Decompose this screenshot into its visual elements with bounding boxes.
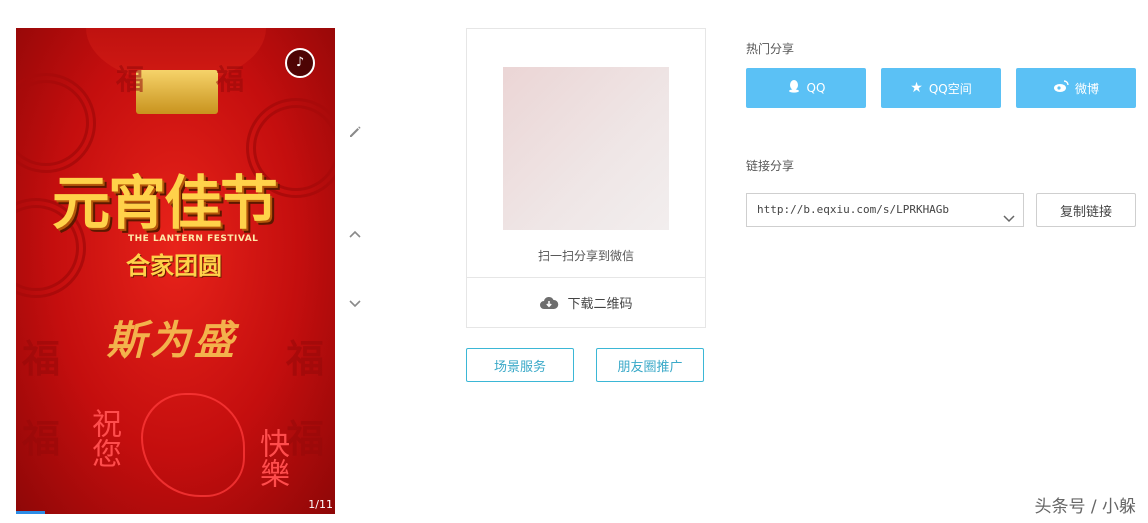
page-indicator: 1/11 <box>308 498 333 511</box>
scene-author: 斯为盛 <box>106 317 238 364</box>
greeting-right: 快樂 <box>254 428 289 488</box>
hot-share-label: 热门分享 <box>746 42 795 56</box>
chevron-down-icon <box>1003 204 1015 223</box>
share-qzone-label: QQ空间 <box>928 81 972 96</box>
fu-character: 福 <box>216 63 245 96</box>
qr-code-image <box>503 67 669 230</box>
chinese-knot-decoration <box>16 73 96 173</box>
qr-code-panel: 扫一扫分享到微信 下载二维码 <box>466 28 706 328</box>
chevron-up-icon[interactable] <box>346 226 364 244</box>
fu-character: 福 <box>22 336 61 381</box>
page-progress-fill <box>16 511 45 514</box>
share-weibo-label: 微博 <box>1074 81 1099 96</box>
weibo-icon <box>1053 79 1069 97</box>
share-qq-label: QQ <box>806 81 826 95</box>
watermark: 头条号 / 小躲 <box>1034 497 1136 517</box>
qzone-star-icon: ★ <box>910 80 923 96</box>
qr-caption: 扫一扫分享到微信 <box>537 249 634 263</box>
scene-title: 元宵佳节 <box>52 169 278 237</box>
share-qq-button[interactable]: QQ <box>746 68 866 108</box>
copy-link-button[interactable]: 复制链接 <box>1036 193 1136 227</box>
moments-promo-button[interactable]: 朋友圈推广 <box>596 348 704 382</box>
share-weibo-button[interactable]: 微博 <box>1016 68 1136 108</box>
share-qzone-button[interactable]: ★ QQ空间 <box>881 68 1001 108</box>
cloud-download-icon <box>539 296 559 310</box>
qq-penguin-icon <box>787 79 801 97</box>
fu-character: 福 <box>116 63 145 96</box>
download-qr-label: 下载二维码 <box>567 297 633 312</box>
link-share-label: 链接分享 <box>746 159 795 173</box>
scene-subtitle: 合家团圆 <box>126 251 222 280</box>
calligraphy-decoration <box>141 393 245 497</box>
scene-service-button[interactable]: 场景服务 <box>466 348 574 382</box>
music-toggle-icon[interactable]: ♪ <box>285 48 315 78</box>
fu-character: 福 <box>286 336 325 381</box>
chevron-down-icon[interactable] <box>346 295 364 313</box>
greeting-left: 祝您 <box>86 408 121 468</box>
share-link-select[interactable]: http://b.eqxiu.com/s/LPRKHAGb <box>746 193 1024 227</box>
fu-character: 福 <box>22 416 61 461</box>
scene-title-english: THE LANTERN FESTIVAL <box>128 234 259 244</box>
fu-character: 福 <box>286 416 325 461</box>
lantern-band-decoration <box>136 70 218 114</box>
share-link-value: http://b.eqxiu.com/s/LPRKHAGb <box>757 203 950 216</box>
download-qr-button[interactable]: 下载二维码 <box>467 278 705 327</box>
page-progress <box>16 511 335 514</box>
scene-preview: 福 福 福 福 福 福 元宵佳节 THE LANTERN FESTIVAL 合家… <box>16 28 335 514</box>
edit-pencil-icon[interactable] <box>346 124 364 142</box>
